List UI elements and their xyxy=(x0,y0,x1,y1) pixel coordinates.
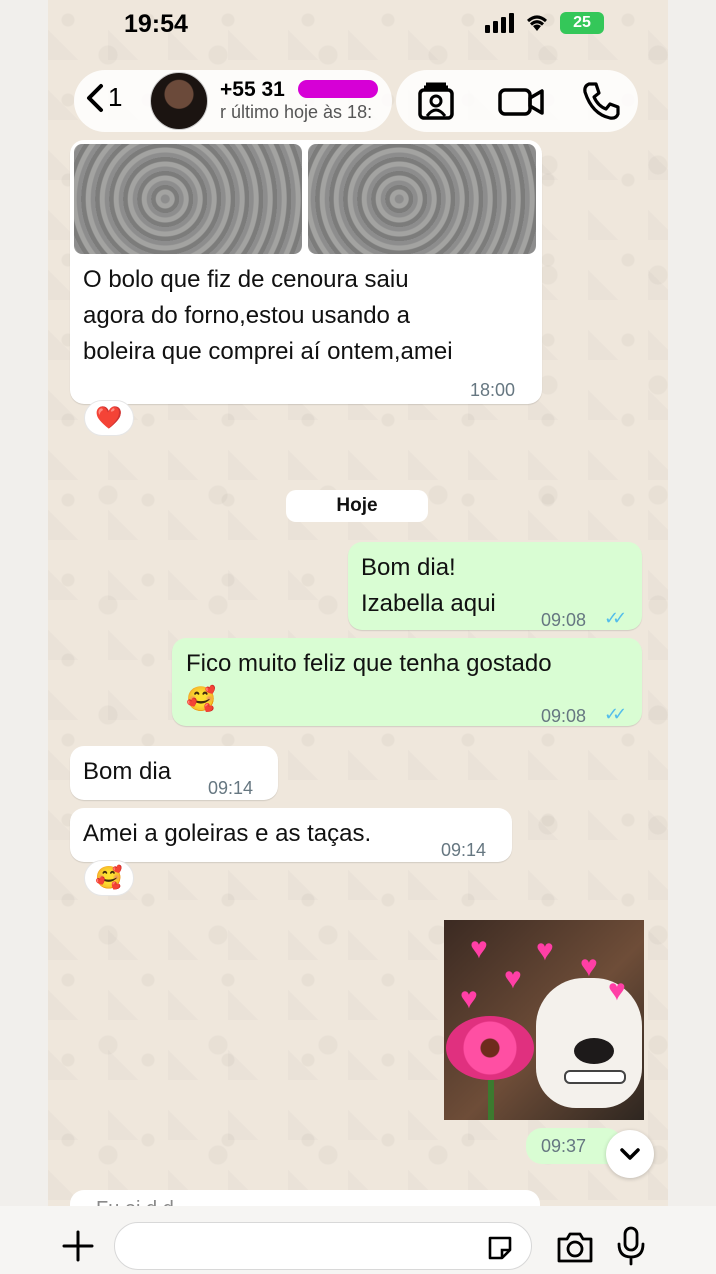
battery-indicator: 25 xyxy=(560,12,604,34)
message-bubble-incoming[interactable]: O bolo que fiz de cenoura saiu agora do … xyxy=(70,140,542,404)
chevron-down-icon xyxy=(620,1148,640,1160)
message-time: 18:00 xyxy=(470,380,516,400)
heart-icon: ♥ xyxy=(536,934,554,967)
phone-icon[interactable] xyxy=(580,80,622,122)
photo-attachment[interactable] xyxy=(308,144,536,254)
back-button[interactable]: 1 xyxy=(84,82,122,113)
flower-illustration xyxy=(446,1016,534,1080)
last-seen-status: r último hoje às 18: xyxy=(220,102,373,122)
reaction-emoji[interactable]: 🥰 xyxy=(84,860,134,896)
message-time: 09:08 xyxy=(541,610,587,630)
avatar[interactable] xyxy=(150,72,208,130)
heart-icon: ♥ xyxy=(580,950,598,983)
read-receipt-icon: ✓✓ xyxy=(604,704,627,724)
cell-signal-icon xyxy=(485,13,514,33)
heart-icon: ♥ xyxy=(504,962,522,995)
message-text: Amei a goleiras e as taças. xyxy=(83,820,372,847)
dog-mouth xyxy=(564,1070,626,1084)
camera-icon[interactable] xyxy=(556,1230,594,1264)
message-text: Bom dia! Izabella aqui xyxy=(361,554,496,617)
reaction-heart[interactable]: ❤️ xyxy=(84,400,134,436)
date-separator: Hoje xyxy=(286,490,428,522)
right-margin xyxy=(668,0,716,1274)
scroll-to-bottom-button[interactable] xyxy=(606,1130,654,1178)
message-bubble-outgoing[interactable]: Bom dia! Izabella aqui 09:08 ✓✓ xyxy=(348,542,642,630)
message-input[interactable] xyxy=(114,1222,532,1270)
message-bubble-incoming[interactable]: Amei a goleiras e as taças. 09:14 xyxy=(70,808,512,862)
left-margin xyxy=(0,0,48,1274)
message-bubble-outgoing[interactable]: Fico muito feliz que tenha gostado 🥰 09:… xyxy=(172,638,642,726)
message-text: Bom dia xyxy=(83,758,172,785)
contact-name[interactable]: +55 31 xyxy=(220,78,285,102)
unread-count: 1 xyxy=(108,82,123,112)
heart-icon: ♥ xyxy=(460,982,478,1015)
wifi-icon xyxy=(527,15,547,31)
message-time: 09:08 xyxy=(541,706,587,726)
message-time: 09:14 xyxy=(208,778,254,798)
message-time: 09:14 xyxy=(441,840,487,860)
chevron-left-icon xyxy=(87,83,103,112)
video-camera-icon[interactable] xyxy=(497,80,545,122)
dog-nose xyxy=(574,1038,614,1064)
plus-icon[interactable] xyxy=(60,1228,96,1264)
sticker-dog-hearts[interactable]: ♥ ♥ ♥ ♥ ♥ ♥ xyxy=(444,920,644,1120)
sticker-icon[interactable] xyxy=(486,1234,514,1262)
heart-icon: ♥ xyxy=(470,932,488,965)
photo-attachment[interactable] xyxy=(74,144,302,254)
message-bubble-incoming[interactable]: Bom dia 09:14 xyxy=(70,746,278,800)
flower-stem xyxy=(488,1078,494,1120)
status-time: 19:54 xyxy=(124,10,188,38)
message-time: 09:37 xyxy=(541,1135,587,1156)
read-receipt-icon: ✓✓ xyxy=(604,608,627,628)
message-text: O bolo que fiz de cenoura saiu agora do … xyxy=(83,266,453,365)
contact-card-icon[interactable] xyxy=(415,80,457,122)
message-text: Fico muito feliz que tenha gostado 🥰 xyxy=(186,650,552,713)
status-icons: 25 xyxy=(485,12,604,34)
heart-icon: ♥ xyxy=(608,974,626,1007)
redaction-mark xyxy=(298,80,378,98)
microphone-icon[interactable] xyxy=(616,1226,646,1266)
